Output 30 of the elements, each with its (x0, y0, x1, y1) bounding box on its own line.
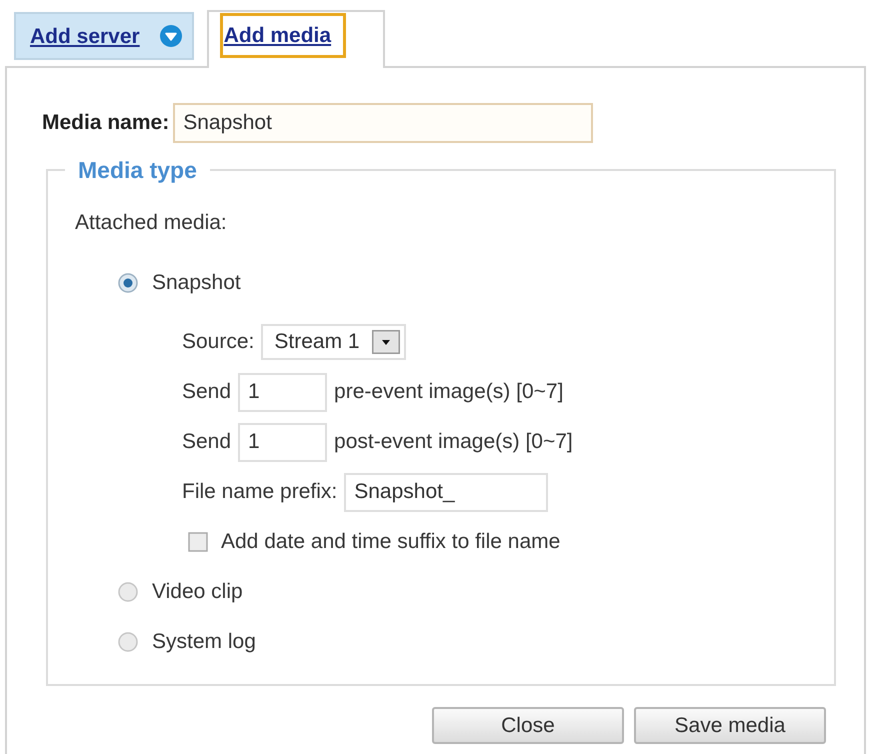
media-name-field[interactable]: Snapshot (173, 103, 594, 143)
checkbox-label: Add date and time suffix to file name (221, 530, 560, 554)
source-label: Source: (182, 330, 254, 354)
prefix-label: File name prefix: (182, 480, 338, 504)
source-dropdown[interactable]: Stream 1 (261, 324, 406, 360)
action-button[interactable]: Save media (634, 707, 826, 744)
down-arrow-circle-icon[interactable] (160, 25, 182, 47)
tab[interactable]: Add server (14, 12, 194, 60)
action-button[interactable]: Close (432, 707, 624, 744)
media-name-label: Media name: (42, 111, 170, 135)
prefix-field[interactable]: Snapshot_ (344, 472, 548, 512)
attached-media-label: Attached media: (75, 211, 227, 235)
image-count-hint: pre-event image(s) [0~7] (334, 380, 564, 404)
caret-icon[interactable] (372, 330, 400, 354)
radio-label: System log (152, 630, 256, 654)
radio-button[interactable] (118, 632, 138, 652)
tab[interactable]: Add media (206, 10, 385, 68)
send-label: Send (182, 430, 232, 454)
image-count-field[interactable]: 1 (238, 372, 328, 412)
tab-link[interactable]: Add media (220, 13, 346, 58)
image-count-field[interactable]: 1 (238, 422, 328, 462)
tab-link[interactable]: Add server (30, 22, 140, 50)
image-count-hint: post-event image(s) [0~7] (334, 430, 573, 454)
group-title: Media type (77, 156, 198, 185)
radio-button[interactable] (118, 273, 138, 293)
send-label: Send (182, 380, 232, 404)
checkbox[interactable] (188, 532, 208, 552)
radio-label: Snapshot (152, 271, 241, 295)
radio-button[interactable] (118, 582, 138, 602)
radio-label: Video clip (152, 580, 243, 604)
